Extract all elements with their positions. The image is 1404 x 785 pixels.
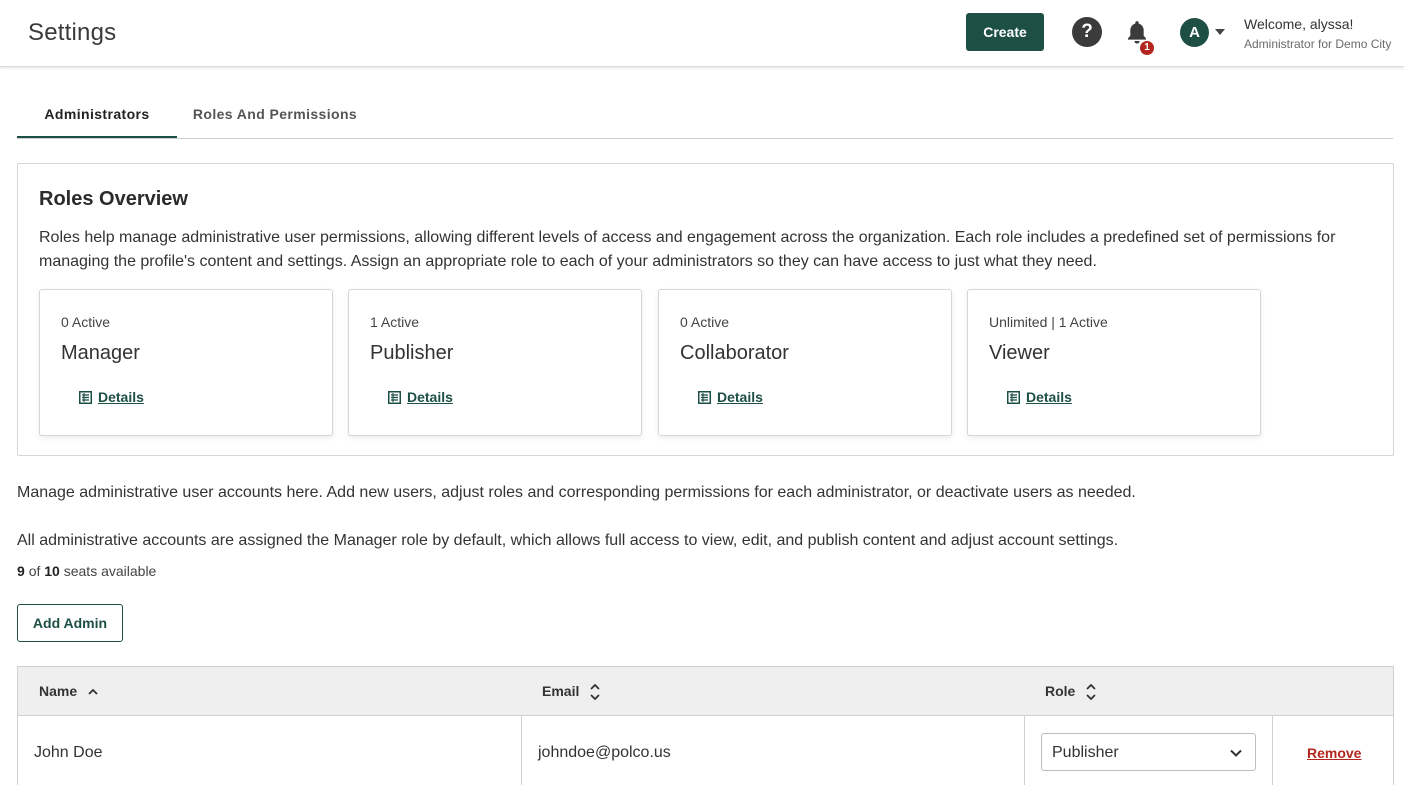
- role-details-link[interactable]: Details: [698, 389, 763, 405]
- role-active-count: Unlimited | 1 Active: [989, 314, 1108, 330]
- notifications-button[interactable]: 1: [1124, 19, 1154, 59]
- admin-email: johndoe@polco.us: [538, 744, 671, 761]
- remove-button[interactable]: Remove: [1307, 745, 1361, 761]
- details-icon: [79, 390, 92, 404]
- seats-available-count: 9: [17, 563, 25, 579]
- chevron-down-icon: [1230, 749, 1242, 757]
- roles-overview-title: Roles Overview: [39, 188, 188, 210]
- role-active-count: 1 Active: [370, 314, 420, 330]
- user-org-text: Administrator for Demo City: [1244, 37, 1392, 51]
- table-header: Name Email Role: [18, 667, 1393, 716]
- column-header-label: Name: [39, 683, 78, 699]
- column-header-label: Email: [542, 683, 580, 699]
- seats-total-count: 10: [44, 563, 60, 579]
- sort-asc-icon: [88, 688, 98, 695]
- seats-of-text: of: [28, 563, 41, 579]
- help-icon[interactable]: ?: [1072, 17, 1102, 47]
- cell-role: Publisher: [1025, 716, 1273, 785]
- role-select[interactable]: Publisher: [1041, 733, 1256, 771]
- column-header-role[interactable]: Role: [1045, 667, 1097, 716]
- role-active-count: 0 Active: [61, 314, 111, 330]
- details-icon: [1007, 390, 1020, 404]
- notification-badge: 1: [1140, 41, 1154, 55]
- role-card-collaborator: 0 Active Collaborator Details: [658, 289, 952, 436]
- column-header-label: Role: [1045, 683, 1076, 699]
- role-name: Publisher: [370, 342, 454, 364]
- admins-table: Name Email Role John Doe johndoe@polco.u…: [17, 666, 1394, 785]
- cell-name: John Doe: [18, 716, 522, 785]
- column-header-name[interactable]: Name: [39, 667, 99, 716]
- cell-actions: Remove: [1273, 716, 1393, 785]
- avatar[interactable]: A: [1180, 18, 1209, 47]
- role-active-count: 0 Active: [680, 314, 730, 330]
- role-card-publisher: 1 Active Publisher Details: [348, 289, 642, 436]
- details-label: Details: [1026, 389, 1072, 405]
- role-details-link[interactable]: Details: [388, 389, 453, 405]
- roles-overview-description: Roles help manage administrative user pe…: [39, 229, 1336, 270]
- admin-name: John Doe: [34, 744, 103, 761]
- tab-roles-and-permissions[interactable]: Roles And Permissions: [177, 92, 373, 138]
- role-select-value: Publisher: [1052, 744, 1119, 761]
- role-details-link[interactable]: Details: [79, 389, 144, 405]
- tab-administrators[interactable]: Administrators: [17, 92, 177, 138]
- role-details-link[interactable]: Details: [1007, 389, 1072, 405]
- column-header-email[interactable]: Email: [542, 667, 601, 716]
- details-icon: [698, 390, 711, 404]
- seats-available-text: 9 of 10 seats available: [17, 563, 156, 579]
- chevron-down-icon[interactable]: [1215, 29, 1225, 35]
- cell-email: johndoe@polco.us: [522, 716, 1025, 785]
- role-name: Viewer: [989, 342, 1050, 364]
- details-icon: [388, 390, 401, 404]
- role-name: Manager: [61, 342, 140, 364]
- page-title: Settings: [28, 19, 117, 46]
- details-label: Details: [717, 389, 763, 405]
- role-name: Collaborator: [680, 342, 789, 364]
- sort-icon: [590, 683, 600, 700]
- table-row: John Doe johndoe@polco.us Publisher Remo…: [18, 716, 1393, 785]
- add-admin-button[interactable]: Add Admin: [17, 604, 123, 642]
- manage-accounts-text: Manage administrative user accounts here…: [17, 484, 1136, 501]
- settings-tabs: Administrators Roles And Permissions: [17, 92, 1393, 139]
- role-card-viewer: Unlimited | 1 Active Viewer Details: [967, 289, 1261, 436]
- default-role-text: All administrative accounts are assigned…: [17, 532, 1119, 549]
- seats-suffix-text: seats available: [63, 563, 157, 579]
- create-button[interactable]: Create: [966, 13, 1044, 51]
- details-label: Details: [407, 389, 453, 405]
- welcome-text: Welcome, alyssa!: [1244, 16, 1354, 32]
- role-card-manager: 0 Active Manager Details: [39, 289, 333, 436]
- sort-icon: [1086, 683, 1096, 700]
- details-label: Details: [98, 389, 144, 405]
- roles-overview-panel: Roles Overview Roles help manage adminis…: [17, 163, 1394, 456]
- top-header: Settings Create ? 1 A Welcome, alyssa! A…: [0, 0, 1404, 67]
